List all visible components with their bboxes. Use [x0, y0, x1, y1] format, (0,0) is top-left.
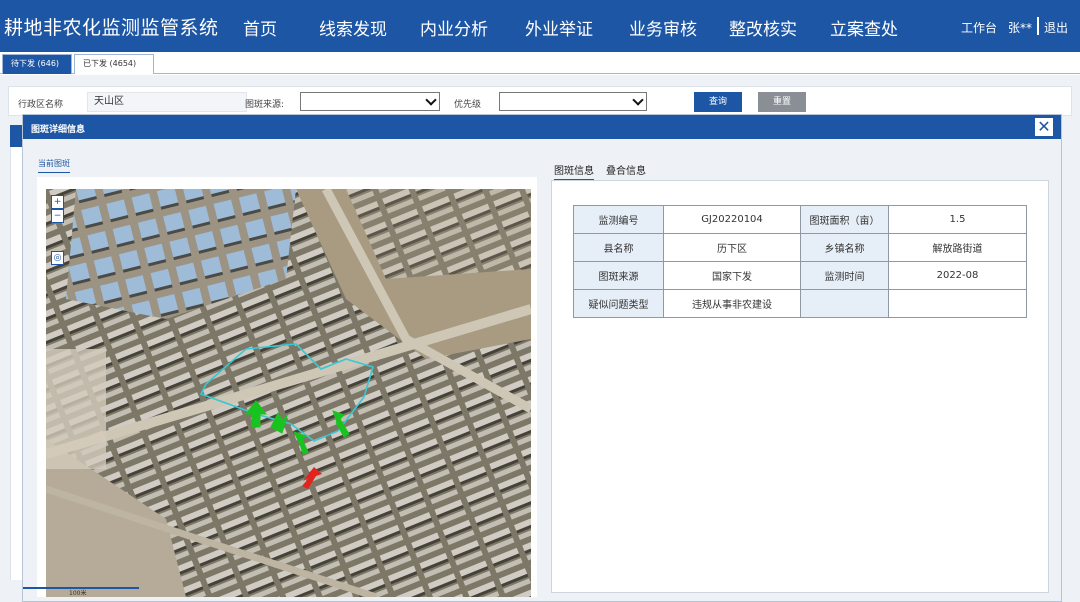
tab-overlay-info[interactable]: 叠合信息 — [606, 162, 646, 177]
table-cell-label: 监测时间 — [800, 261, 889, 290]
query-button[interactable]: 查询 — [694, 92, 742, 112]
table-row: 监测编号 GJ20220104 图斑面积（亩） 1.5 — [573, 205, 1027, 234]
patch-detail-modal: 图斑详细信息 ✕ 当前图斑 + − ◎ 100米 图斑信息 叠合信息 监测编号 … — [22, 114, 1062, 602]
zoom-in-icon[interactable]: + — [51, 195, 64, 209]
table-cell-label: 监测编号 — [573, 205, 664, 234]
satellite-imagery — [46, 189, 531, 597]
source-select[interactable] — [300, 92, 440, 111]
user-name[interactable]: 张** — [1008, 19, 1032, 36]
logout-link[interactable]: 退出 — [1044, 19, 1068, 36]
workbench-link[interactable]: 工作台 — [961, 19, 997, 36]
nav-rectification-check[interactable]: 整改核实 — [729, 15, 797, 40]
source-label: 图斑来源: — [245, 100, 285, 110]
list-tab-strip: 待下发 (646) 已下发 (4654) — [0, 52, 1080, 74]
nav-field-evidence[interactable]: 外业举证 — [525, 15, 593, 40]
table-cell-label: 乡镇名称 — [800, 233, 889, 262]
table-row: 图斑来源 国家下发 监测时间 2022-08 — [573, 261, 1027, 290]
priority-label: 优先级 — [454, 100, 482, 110]
divider — [1037, 17, 1039, 35]
tab-patch-info[interactable]: 图斑信息 — [554, 162, 594, 181]
table-cell-value: GJ20220104 — [663, 205, 801, 234]
map-scale-label: 100米 — [69, 590, 87, 597]
table-cell-label — [800, 289, 889, 318]
modal-title: 图斑详细信息 — [31, 125, 86, 135]
table-cell-label: 疑似问题类型 — [573, 289, 664, 318]
nav-home[interactable]: 首页 — [243, 15, 277, 40]
tab-current-patch[interactable]: 当前图斑 — [38, 158, 70, 173]
table-cell-label: 县名称 — [573, 233, 664, 262]
region-field[interactable]: 天山区 — [87, 92, 247, 112]
table-cell-value — [888, 289, 1027, 318]
satellite-map[interactable]: + − ◎ — [46, 189, 531, 597]
top-navigation-bar: 耕地非农化监测监管系统 首页 线索发现 内业分析 外业举证 业务审核 整改核实 … — [0, 0, 1080, 52]
table-cell-value: 解放路街道 — [888, 233, 1027, 262]
chevron-down-icon — [632, 94, 644, 106]
map-panel: + − ◎ — [37, 177, 537, 597]
modal-header: 图斑详细信息 ✕ — [23, 115, 1061, 139]
zoom-out-icon[interactable]: − — [51, 209, 64, 223]
filter-panel: 行政区名称 天山区 图斑来源: 优先级 查询 重置 — [8, 86, 1072, 116]
app-title: 耕地非农化监测监管系统 — [4, 17, 219, 39]
region-label: 行政区名称 — [18, 100, 64, 110]
table-cell-value: 1.5 — [888, 205, 1027, 234]
table-cell-value: 国家下发 — [663, 261, 801, 290]
table-row: 疑似问题类型 违规从事非农建设 — [573, 289, 1027, 318]
table-row: 县名称 历下区 乡镇名称 解放路街道 — [573, 233, 1027, 262]
tab-issued[interactable]: 已下发 (4654) — [74, 54, 154, 74]
nav-business-review[interactable]: 业务审核 — [629, 15, 697, 40]
locate-icon[interactable]: ◎ — [51, 251, 64, 265]
nav-case-investigation[interactable]: 立案查处 — [830, 15, 898, 40]
table-cell-value: 2022-08 — [888, 261, 1027, 290]
map-scale-bar: 100米 — [23, 587, 139, 597]
table-cell-value: 历下区 — [663, 233, 801, 262]
chevron-down-icon — [425, 94, 437, 106]
patch-info-table: 监测编号 GJ20220104 图斑面积（亩） 1.5 县名称 历下区 乡镇名称… — [573, 205, 1027, 318]
table-cell-label: 图斑来源 — [573, 261, 664, 290]
priority-select[interactable] — [499, 92, 647, 111]
table-cell-label: 图斑面积（亩） — [800, 205, 889, 234]
patch-info-panel: 监测编号 GJ20220104 图斑面积（亩） 1.5 县名称 历下区 乡镇名称… — [551, 180, 1049, 593]
close-icon[interactable]: ✕ — [1034, 117, 1054, 137]
tab-pending[interactable]: 待下发 (646) — [2, 54, 72, 74]
nav-office-analysis[interactable]: 内业分析 — [420, 15, 488, 40]
reset-button[interactable]: 重置 — [758, 92, 806, 112]
nav-clue-discovery[interactable]: 线索发现 — [319, 15, 387, 40]
table-cell-value: 违规从事非农建设 — [663, 289, 801, 318]
